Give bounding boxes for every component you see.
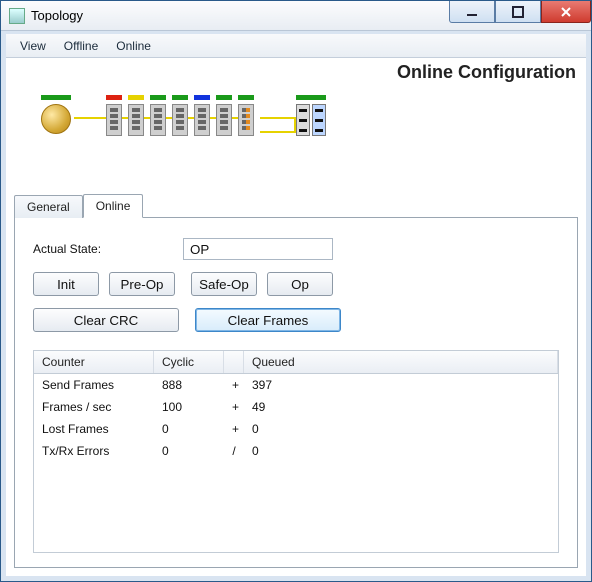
window-buttons: [449, 1, 591, 30]
page-title: Online Configuration: [6, 58, 586, 83]
table-row[interactable]: Frames / sec 100 + 49: [34, 396, 558, 418]
menu-online[interactable]: Online: [108, 36, 159, 56]
minimize-icon: [466, 6, 478, 18]
cell-sep: +: [224, 374, 244, 396]
table-row[interactable]: Tx/Rx Errors 0 / 0: [34, 440, 558, 462]
menu-view[interactable]: View: [12, 36, 54, 56]
client-area: View Offline Online Online Configuration: [1, 31, 591, 581]
remote-node[interactable]: [296, 95, 326, 136]
slave-icon: [106, 104, 122, 136]
maximize-button[interactable]: [495, 1, 541, 23]
table-body: Send Frames 888 + 397 Frames / sec 100 +…: [34, 374, 558, 462]
slave-nodes: [106, 95, 254, 136]
slave-icon: [194, 104, 210, 136]
bus-wire-extension: [260, 117, 296, 133]
col-header-queued[interactable]: Queued: [244, 351, 558, 373]
slave-icon: [172, 104, 188, 136]
actual-state-field[interactable]: [183, 238, 333, 260]
cell-sep: +: [224, 396, 244, 418]
master-status-bar: [41, 95, 71, 100]
slave-icon: [216, 104, 232, 136]
counters-table: Counter Cyclic Queued Send Frames 888 + …: [33, 350, 559, 553]
table-header-row: Counter Cyclic Queued: [34, 351, 558, 374]
table-row[interactable]: Lost Frames 0 + 0: [34, 418, 558, 440]
actual-state-label: Actual State:: [33, 242, 173, 256]
cell-queued: 49: [244, 396, 558, 418]
title-bar[interactable]: Topology: [1, 1, 591, 31]
cell-cyclic: 100: [154, 396, 224, 418]
tab-headers: General Online: [14, 193, 578, 217]
maximize-icon: [512, 6, 524, 18]
col-header-cyclic[interactable]: Cyclic: [154, 351, 224, 373]
window-title: Topology: [31, 8, 449, 23]
tabs-area: General Online Actual State: Init Pre-Op…: [6, 193, 586, 576]
op-button[interactable]: Op: [267, 272, 333, 296]
safeop-button[interactable]: Safe-Op: [191, 272, 257, 296]
close-icon: [559, 5, 573, 19]
slave-node[interactable]: [238, 95, 254, 136]
slave-status-bar: [238, 95, 254, 100]
cell-cyclic: 0: [154, 418, 224, 440]
slave-status-bar: [194, 95, 210, 100]
tab-panel-online: Actual State: Init Pre-Op Safe-Op Op Cle…: [14, 217, 578, 568]
cell-counter: Frames / sec: [34, 396, 154, 418]
topology-window: Topology View Offline Online Online Conf…: [0, 0, 592, 582]
slave-node[interactable]: [216, 95, 232, 136]
menu-bar: View Offline Online: [6, 34, 586, 58]
clear-crc-button[interactable]: Clear CRC: [33, 308, 179, 332]
cell-counter: Send Frames: [34, 374, 154, 396]
cell-sep: /: [224, 440, 244, 462]
init-button[interactable]: Init: [33, 272, 99, 296]
slave-status-bar: [106, 95, 122, 100]
app-icon: [9, 8, 25, 24]
slave-icon: [128, 104, 144, 136]
minimize-button[interactable]: [449, 1, 495, 23]
col-header-sep: [224, 351, 244, 373]
cell-queued: 397: [244, 374, 558, 396]
cell-counter: Lost Frames: [34, 418, 154, 440]
cell-counter: Tx/Rx Errors: [34, 440, 154, 462]
slave-icon: [238, 104, 254, 136]
slave-node[interactable]: [128, 95, 144, 136]
cell-cyclic: 888: [154, 374, 224, 396]
cell-queued: 0: [244, 440, 558, 462]
tab-online[interactable]: Online: [83, 194, 144, 218]
slave-status-bar: [128, 95, 144, 100]
remote-icon: [296, 104, 310, 136]
slave-node[interactable]: [172, 95, 188, 136]
slave-node[interactable]: [194, 95, 210, 136]
clear-frames-button[interactable]: Clear Frames: [195, 308, 341, 332]
table-row[interactable]: Send Frames 888 + 397: [34, 374, 558, 396]
cell-sep: +: [224, 418, 244, 440]
slave-node[interactable]: [150, 95, 166, 136]
cell-queued: 0: [244, 418, 558, 440]
close-button[interactable]: [541, 1, 591, 23]
menu-offline[interactable]: Offline: [56, 36, 106, 56]
slave-status-bar: [216, 95, 232, 100]
remote-status-bar: [296, 95, 326, 100]
tab-general[interactable]: General: [14, 195, 83, 218]
master-node[interactable]: [38, 95, 74, 134]
slave-node[interactable]: [106, 95, 122, 136]
slave-icon: [150, 104, 166, 136]
col-header-counter[interactable]: Counter: [34, 351, 154, 373]
preop-button[interactable]: Pre-Op: [109, 272, 175, 296]
cell-cyclic: 0: [154, 440, 224, 462]
topology-diagram[interactable]: [6, 83, 586, 193]
remote-icon: [312, 104, 326, 136]
slave-status-bar: [172, 95, 188, 100]
master-icon: [41, 104, 71, 134]
slave-status-bar: [150, 95, 166, 100]
